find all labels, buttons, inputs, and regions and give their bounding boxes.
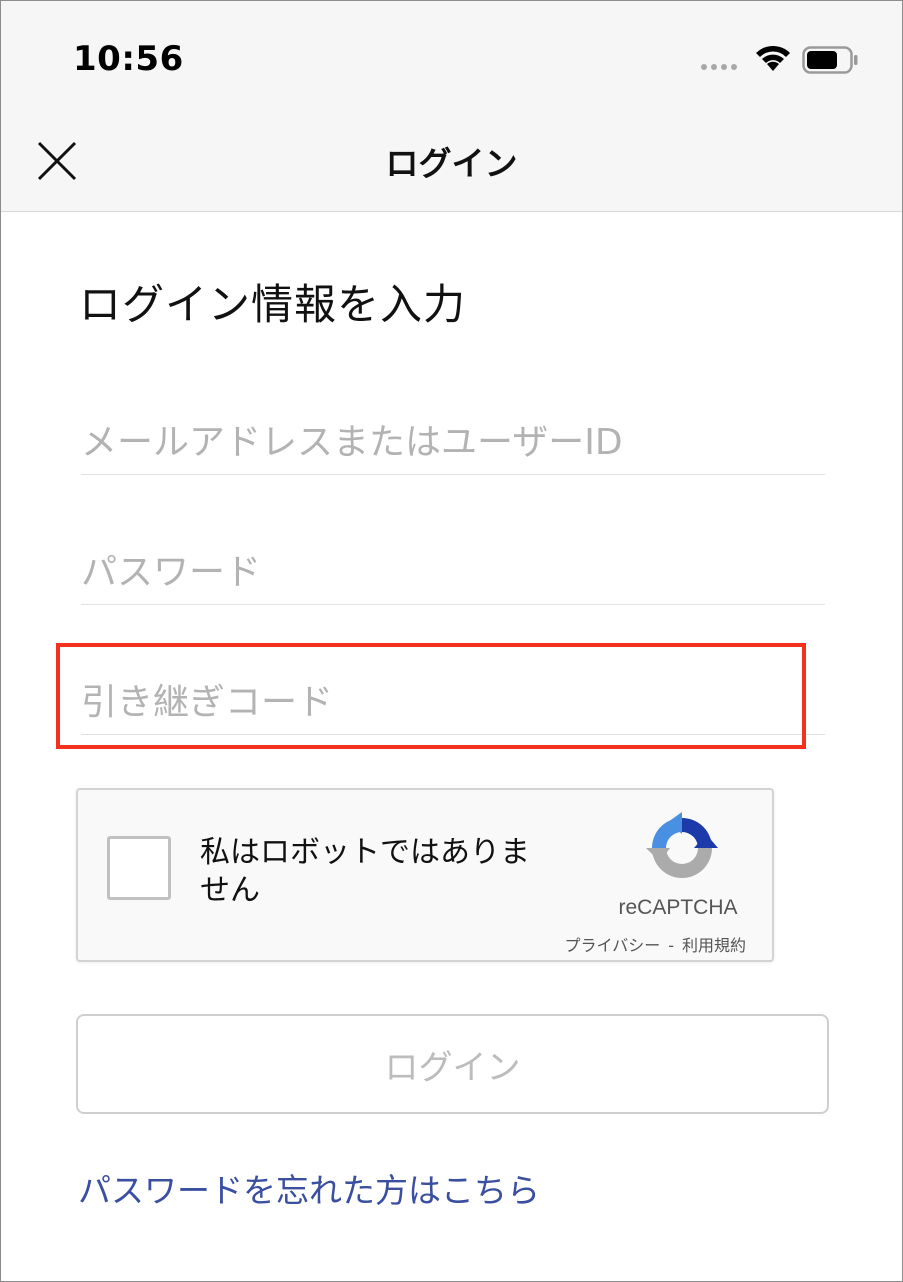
recaptcha-label: 私はロボットではありません — [200, 835, 530, 908]
wifi-icon — [756, 45, 790, 71]
login-button[interactable]: ログイン — [76, 1014, 829, 1114]
recaptcha-widget: 私はロボットではありません reCAPTCHA プライバシー - 利用規約 — [76, 788, 774, 962]
terms-link[interactable]: 利用規約 — [682, 936, 746, 955]
link-separator: - — [668, 936, 674, 955]
battery-icon — [802, 46, 858, 74]
app-screen: 10:56 ログイン ログイン情報を入力 私はロボットではありません — [0, 0, 903, 1282]
recaptcha-brand: reCAPTCHA — [618, 896, 738, 919]
form-heading: ログイン情報を入力 — [79, 280, 467, 329]
recaptcha-logo-icon — [646, 812, 718, 878]
transfer-code-highlight — [56, 643, 806, 749]
header: 10:56 ログイン — [1, 1, 902, 212]
page-title: ログイン — [385, 144, 518, 183]
password-field[interactable] — [81, 541, 825, 605]
recaptcha-links: プライバシー - 利用規約 — [565, 932, 746, 956]
status-time: 10:56 — [73, 39, 184, 79]
email-field[interactable] — [81, 411, 825, 475]
privacy-link[interactable]: プライバシー — [565, 936, 661, 955]
forgot-password-link[interactable]: パスワードを忘れた方はこちら — [78, 1164, 540, 1212]
recaptcha-checkbox[interactable] — [107, 836, 171, 900]
cellular-signal-icon — [701, 64, 737, 70]
